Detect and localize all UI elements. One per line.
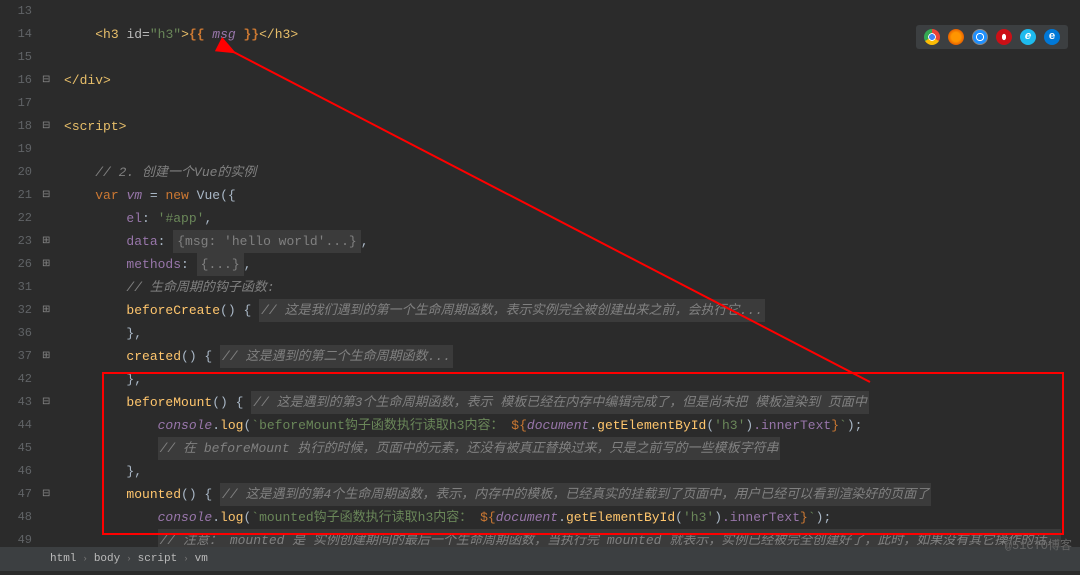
line-number-gutter: 1314151617181920212223263132363742434445… [0, 0, 42, 540]
fold-gutter[interactable]: ⊟⊟⊟⊞⊞⊞⊞⊟⊟ [42, 0, 60, 540]
firefox-icon[interactable] [948, 29, 964, 45]
breadcrumb-bar[interactable]: html›body›script›vm [0, 547, 1080, 571]
breadcrumb-item[interactable]: vm [195, 553, 208, 565]
browser-preview-toolbar: e e [916, 25, 1068, 49]
chrome-icon[interactable] [924, 29, 940, 45]
watermark-text: @51CTO博客 [1005, 536, 1072, 553]
code-content[interactable]: <h3 id="h3">{{ msg }}</h3></div><script>… [60, 0, 1080, 540]
opera-icon[interactable] [996, 29, 1012, 45]
breadcrumb-item[interactable]: script [138, 553, 178, 565]
code-editor[interactable]: 1314151617181920212223263132363742434445… [0, 0, 1080, 540]
edge-icon[interactable]: e [1044, 29, 1060, 45]
breadcrumb-item[interactable]: html [50, 553, 76, 565]
breadcrumb-item[interactable]: body [94, 553, 120, 565]
ie-icon[interactable]: e [1020, 29, 1036, 45]
safari-icon[interactable] [972, 29, 988, 45]
